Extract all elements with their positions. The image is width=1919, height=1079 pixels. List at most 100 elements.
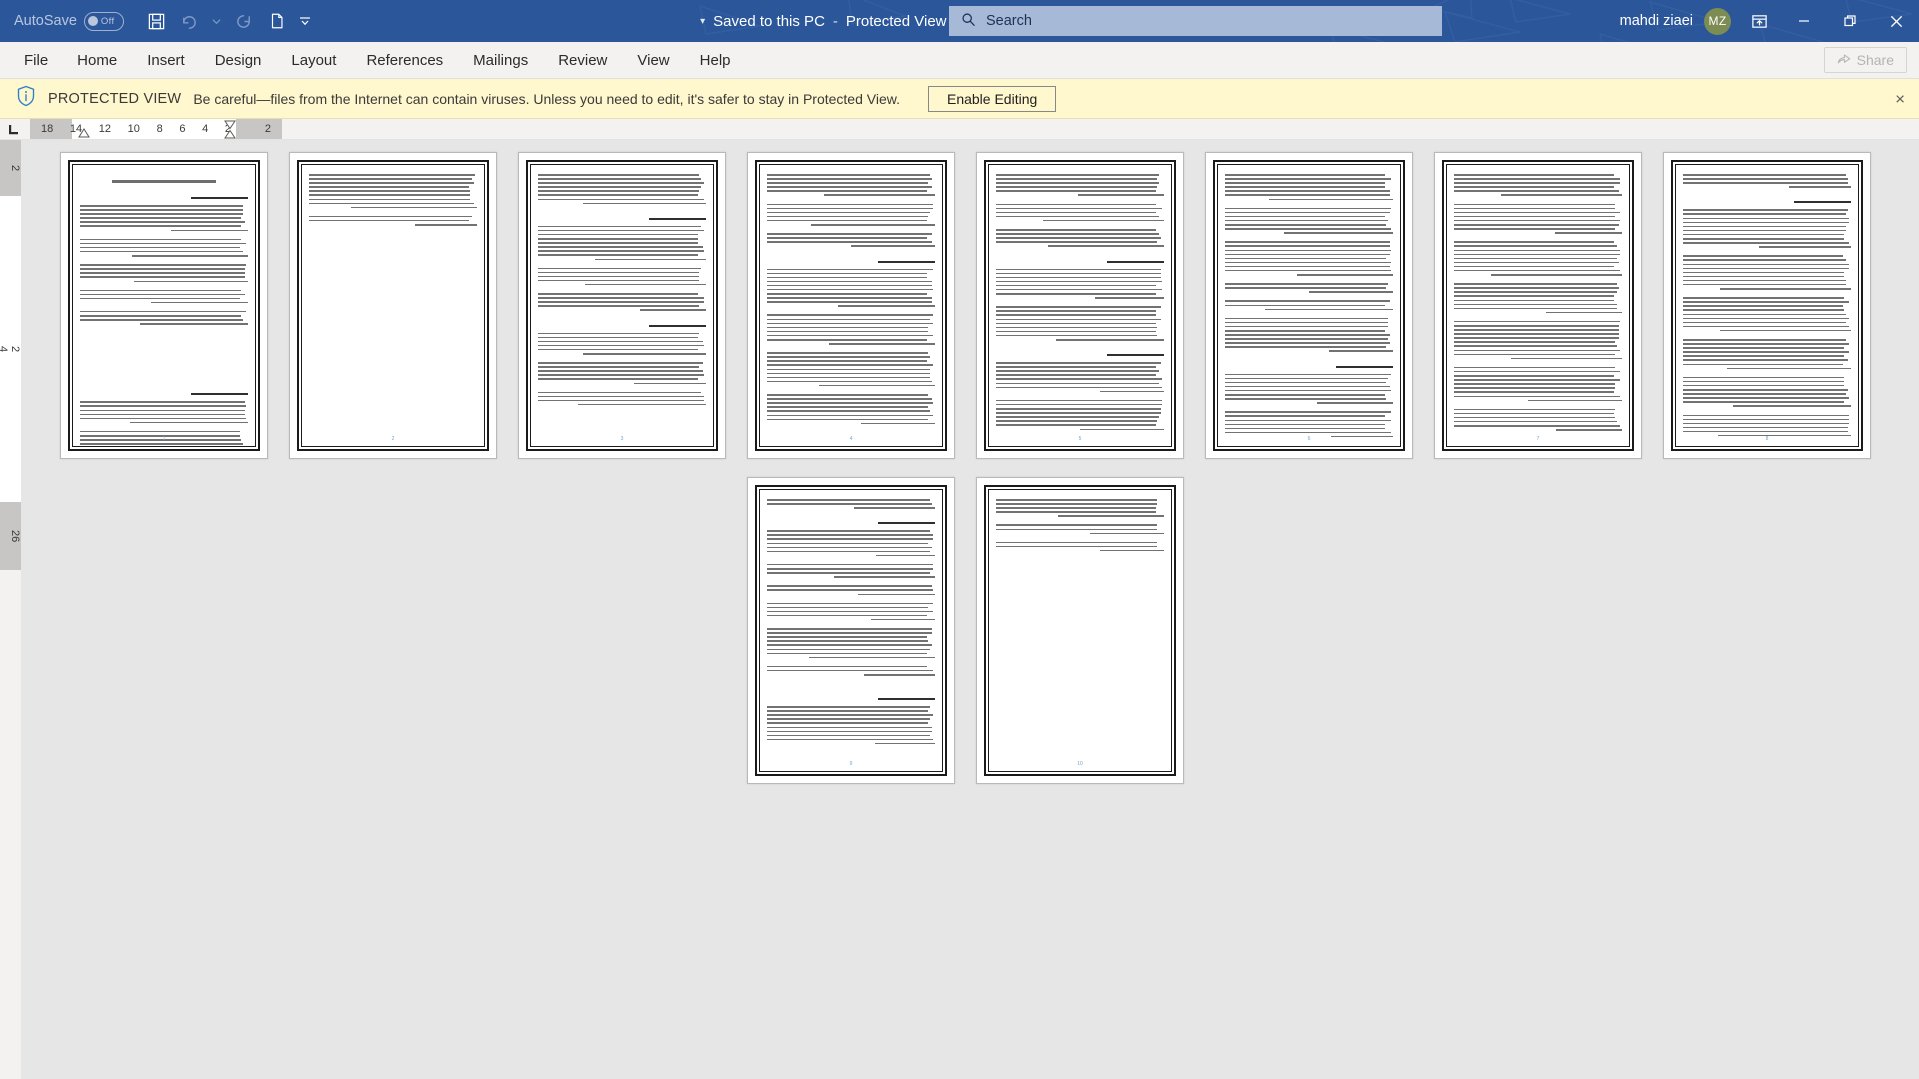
document-workspace[interactable]: 2 2 4 6 8 10 12 14 16 18 20 22 26 1 2 3 …: [0, 140, 1919, 1079]
tab-design[interactable]: Design: [200, 45, 277, 76]
text-line: [996, 178, 1158, 180]
text-line: [1454, 349, 1621, 352]
page-thumbnail-9[interactable]: 9: [747, 477, 955, 784]
text-line: [767, 368, 930, 371]
horizontal-ruler[interactable]: 18 14 12 10 8 6 4 2 2: [0, 119, 1919, 140]
section-heading-line: [1106, 260, 1164, 263]
protected-view-message: Be careful—files from the Internet can c…: [193, 90, 900, 107]
close-button[interactable]: [1873, 0, 1919, 42]
tab-insert[interactable]: Insert: [132, 45, 200, 76]
text-line: [80, 268, 245, 270]
text-line: [1683, 351, 1850, 353]
text-line: [1788, 186, 1851, 188]
search-box[interactable]: Search: [949, 6, 1442, 36]
page-thumbnail-2[interactable]: 2: [289, 152, 497, 459]
text-line: [1683, 213, 1846, 215]
save-location-chevron-down-icon[interactable]: ▾: [700, 16, 705, 27]
undo-icon[interactable]: [174, 6, 204, 36]
ribbon-tab-bar: File Home Insert Design Layout Reference…: [0, 42, 1919, 79]
text-line: [767, 614, 927, 617]
ribbon-display-options-icon[interactable]: [1737, 0, 1781, 42]
save-location-label[interactable]: Saved to this PC: [713, 13, 825, 30]
autosave-control[interactable]: AutoSave Off: [14, 11, 124, 31]
text-line: [1225, 261, 1392, 264]
tab-layout[interactable]: Layout: [276, 45, 351, 76]
vruler-bottom-margin[interactable]: 26: [0, 502, 21, 570]
text-line: [80, 417, 247, 420]
section-heading-line: [1335, 365, 1393, 368]
account-control[interactable]: mahdi ziaei MZ: [1620, 7, 1731, 35]
save-icon[interactable]: [142, 6, 172, 36]
page-thumbnail-7[interactable]: 7: [1434, 152, 1642, 459]
redo-icon[interactable]: [230, 6, 260, 36]
customize-quick-access-toolbar-icon[interactable]: [294, 6, 316, 36]
text-line: [309, 219, 469, 222]
text-line: [80, 250, 243, 253]
text-line: [767, 542, 929, 545]
text-line: [767, 648, 930, 651]
tab-file[interactable]: File: [10, 45, 62, 76]
page-thumbnail-4[interactable]: 4: [747, 152, 955, 459]
text-line: [996, 186, 1158, 188]
text-line: [1454, 295, 1614, 297]
tab-references[interactable]: References: [351, 45, 458, 76]
autosave-toggle[interactable]: Off: [83, 11, 124, 31]
text-line: [996, 330, 1156, 333]
tab-home[interactable]: Home: [62, 45, 132, 76]
autosave-toggle-knob: [87, 16, 98, 26]
new-document-icon[interactable]: [262, 6, 292, 36]
minimize-button[interactable]: [1781, 0, 1827, 42]
text-line: [80, 213, 243, 215]
vertical-ruler[interactable]: 2 2 4 6 8 10 12 14 16 18 20 22 26: [0, 140, 21, 1079]
text-line: [1225, 265, 1390, 268]
text-line: [414, 224, 477, 226]
text-line: [767, 356, 930, 358]
tab-review[interactable]: Review: [543, 45, 622, 76]
text-line: [996, 190, 1156, 192]
text-line: [1225, 174, 1385, 176]
text-line: [996, 241, 1158, 243]
ruler-track[interactable]: 18 14 12 10 8 6 4 2 2: [30, 119, 282, 139]
text-line: [829, 343, 935, 345]
text-line: [1454, 283, 1617, 285]
search-input[interactable]: Search: [986, 13, 1032, 29]
text-line: [767, 730, 932, 733]
page-thumbnail-8[interactable]: 8: [1663, 152, 1871, 459]
tab-mailings[interactable]: Mailings: [458, 45, 543, 76]
pages-area[interactable]: 1 2 3 4 5 6 7 8 9 10: [21, 140, 1871, 1079]
close-icon[interactable]: ×: [1895, 90, 1905, 107]
text-line: [1225, 253, 1390, 256]
tab-stop-selector[interactable]: [0, 119, 26, 139]
page-thumbnail-6[interactable]: 6: [1205, 152, 1413, 459]
text-line: [538, 293, 698, 295]
enable-editing-button[interactable]: Enable Editing: [927, 85, 1057, 112]
page-thumbnail-1[interactable]: 1: [60, 152, 268, 459]
share-button[interactable]: Share: [1823, 47, 1907, 73]
page-thumbnail-5[interactable]: 5: [976, 152, 1184, 459]
text-line: [1683, 347, 1845, 349]
text-line: [1683, 339, 1846, 341]
text-line: [1225, 257, 1387, 260]
text-line: [1454, 416, 1616, 419]
restore-button[interactable]: [1827, 0, 1873, 42]
page-thumbnail-10[interactable]: 10: [976, 477, 1184, 784]
text-line: [1454, 215, 1616, 218]
avatar[interactable]: MZ: [1704, 7, 1731, 35]
text-line: [1225, 377, 1388, 380]
ruler-mark-8: 8: [156, 123, 163, 135]
text-line: [996, 310, 1156, 312]
page-content: [530, 164, 714, 447]
text-line: [996, 545, 1158, 548]
tab-help[interactable]: Help: [685, 45, 746, 76]
right-indent-marker[interactable]: [224, 120, 236, 142]
undo-dropdown-icon[interactable]: [206, 6, 228, 36]
vruler-top-margin[interactable]: 2: [0, 140, 21, 196]
title-bar: AutoSave Off Protected View - Saved to t…: [0, 0, 1919, 42]
text-line: [595, 258, 706, 260]
tab-view[interactable]: View: [622, 45, 684, 76]
text-line: [1058, 515, 1164, 517]
page-thumbnail-3[interactable]: 3: [518, 152, 726, 459]
